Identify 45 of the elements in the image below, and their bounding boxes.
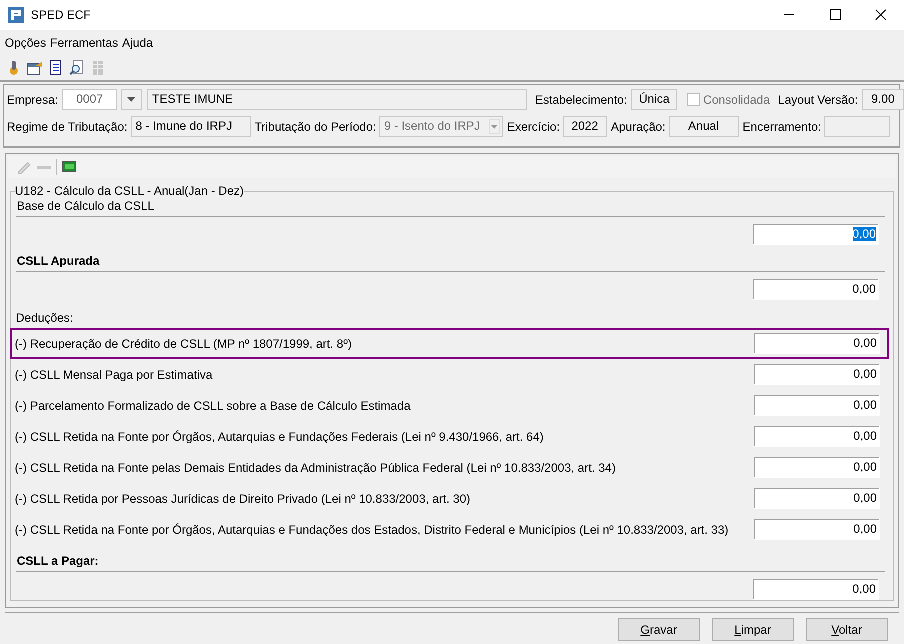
checkbox-label: Consolidada	[703, 92, 770, 106]
field-label: Encerramento:	[742, 120, 822, 134]
menu-item[interactable]: Opções	[5, 36, 46, 50]
amount-field[interactable]: 0,00	[754, 426, 880, 447]
action-button[interactable]: Gravar	[618, 618, 700, 641]
field-label: Apuração:	[611, 120, 666, 134]
amount-field[interactable]: 0,00	[753, 224, 879, 245]
text-field[interactable]: 0007	[62, 89, 118, 110]
section-heading: Base de Cálculo da CSLL	[16, 198, 885, 217]
deduction-label: (-) CSLL Mensal Paga por Estimativa	[15, 368, 213, 382]
amount-field[interactable]: 0,00	[754, 395, 880, 416]
deduction-label: (-) Parcelamento Formalizado de CSLL sobre a Base de Cálculo Estimada	[15, 398, 411, 412]
field-label: Estabelecimento:	[535, 92, 628, 106]
section-heading: CSLL Apurada	[16, 253, 885, 272]
deduction-label: (-) CSLL Retida na Fonte por Órgãos, Autarquias e Fundações Federais (Lei nº 9.430/1966, art. 64)	[15, 430, 544, 444]
window-title: SPED ECF	[31, 8, 92, 22]
section-heading: CSLL a Pagar:	[16, 553, 885, 572]
action-button[interactable]: Limpar	[712, 618, 794, 641]
text-field[interactable]: TESTE IMUNE	[147, 89, 528, 110]
field-label: Tributação do Período:	[254, 120, 376, 134]
deduction-label: (-) Recuperação de Crédito de CSLL (MP nº 1807/1999, art. 8º)	[15, 336, 352, 350]
deduction-label: (-) CSLL Retida por Pessoas Jurídicas de Direito Privado (Lei nº 10.833/2003, art. 30)	[15, 492, 471, 506]
text-field[interactable]: 9.00	[862, 89, 904, 110]
amount-field[interactable]: 0,00	[754, 333, 880, 354]
deduction-label: (-) CSLL Retida na Fonte pelas Demais Entidades da Administração Pública Federal (Lei nº 10.833/2003, art. 34)	[15, 460, 616, 474]
amount-field[interactable]: 0,00	[753, 579, 879, 600]
deduction-label: (-) CSLL Retida na Fonte por Órgãos, Autarquias e Fundações dos Estados, Distrito Federal e Municípios (Lei nº 10.833/2003, art. 33)	[15, 522, 729, 536]
amount-field[interactable]: 0,00	[754, 457, 880, 478]
amount-field[interactable]: 0,00	[754, 364, 880, 385]
text-field[interactable]: 2022	[563, 116, 608, 137]
text-field[interactable]: Única	[631, 89, 678, 110]
menu-item[interactable]: Ajuda	[122, 36, 154, 50]
field-label: Empresa:	[7, 92, 58, 106]
field-label: Exercício:	[507, 120, 560, 134]
group-title: U182 - Cálculo da CSLL - Anual(Jan - Dez)	[15, 184, 244, 198]
text-field[interactable]: Anual	[668, 116, 739, 137]
menu-item[interactable]: Ferramentas	[50, 36, 118, 50]
group-label: Deduções:	[16, 310, 74, 326]
action-button[interactable]: Voltar	[806, 618, 888, 641]
field-label: Regime de Tributação:	[7, 120, 128, 134]
text-field[interactable]: 8 - Imune do IRPJ	[130, 116, 251, 137]
field-label: Layout Versão:	[778, 92, 858, 106]
amount-field[interactable]: 0,00	[754, 519, 880, 540]
amount-field[interactable]: 0,00	[753, 279, 879, 300]
amount-field[interactable]: 0,00	[754, 488, 880, 509]
